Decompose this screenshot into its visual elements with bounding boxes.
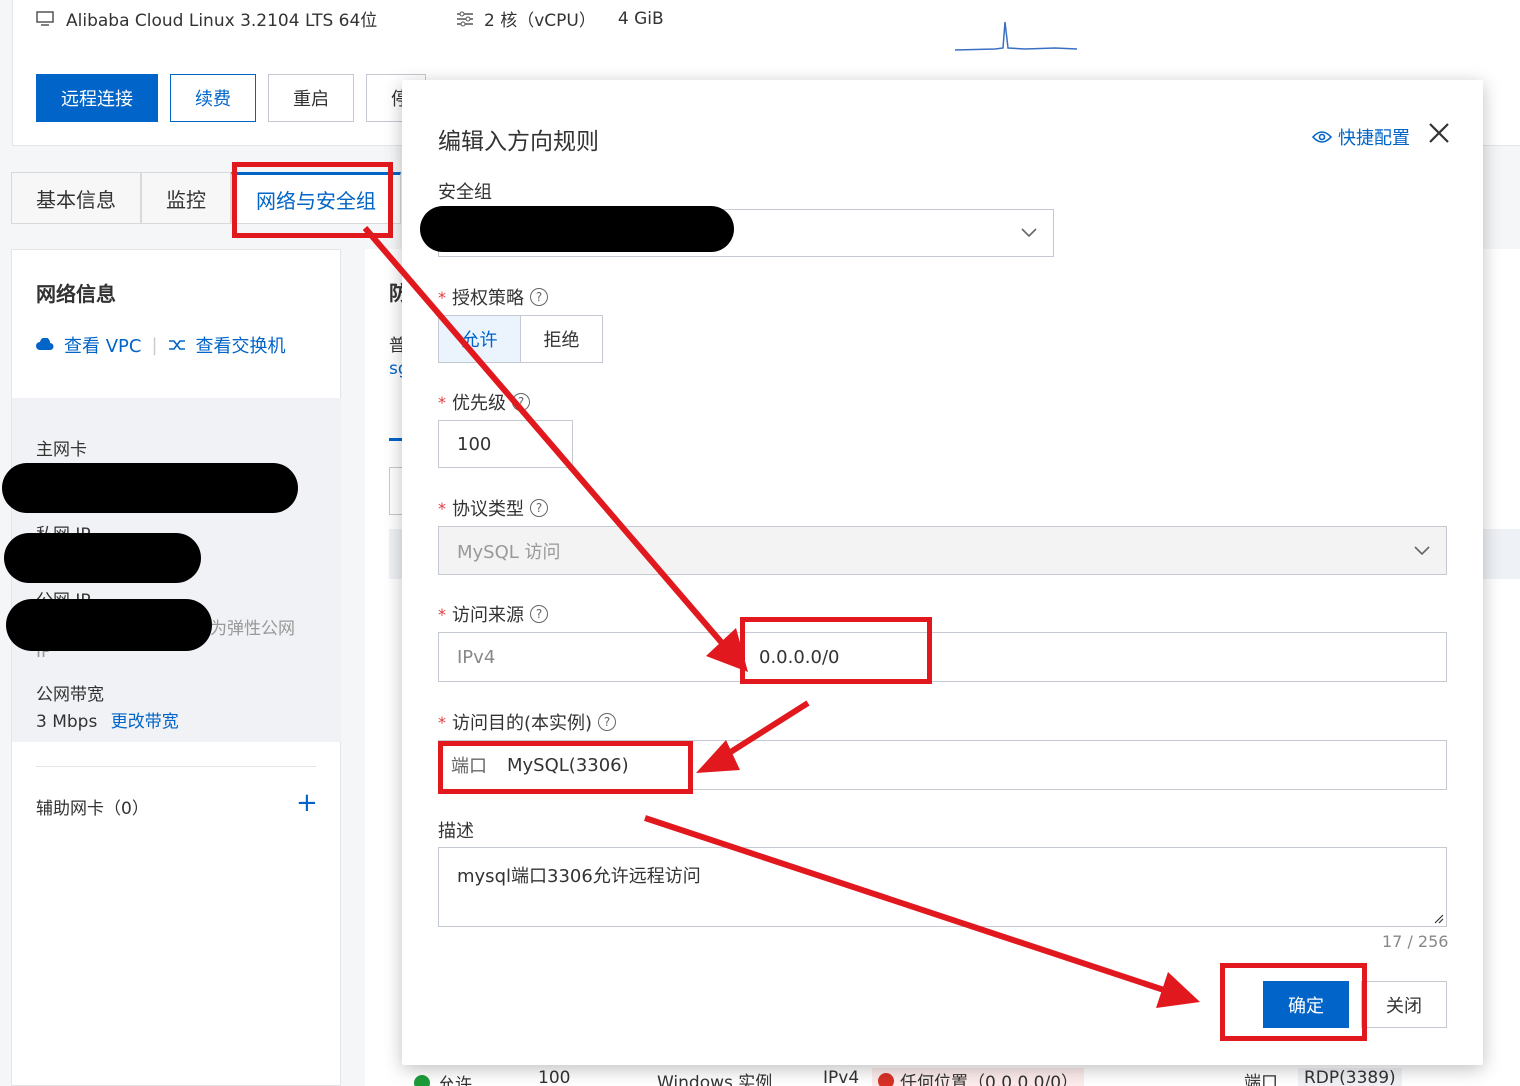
link-divider: | [151,334,158,356]
network-info-panel: 网络信息 查看 VPC | 查看交换机 主网卡 私网 IP 公网 IP 为弹性公… [11,249,341,1086]
tab-monitor[interactable]: 监控 [141,172,231,224]
protocol-select[interactable]: MySQL 访问 [438,526,1447,575]
annotation-box-dest [438,741,693,794]
help-icon[interactable]: ? [530,499,548,517]
public-ip-hint: 为弹性公网 [210,619,295,639]
row-port-label: 端口 [1244,1073,1278,1086]
row-source: 任何位置（0.0.0.0/0） [872,1068,1085,1086]
table-row: 允许 [414,1070,472,1086]
annotation-box-source [740,617,932,684]
chevron-down-icon [1021,228,1037,238]
desc-label: 描述 [438,817,474,843]
protocol-label-text: 协议类型 [452,499,524,520]
bandwidth-value: 3 Mbps [36,712,98,732]
dest-label: * 访问目的(本实例) ? [438,709,617,735]
close-button[interactable]: 关闭 [1361,981,1447,1028]
memory-text: 4 GiB [617,8,664,29]
chevron-down-icon [1414,545,1430,555]
bandwidth-label: 公网带宽 [36,685,104,705]
required-mark: * [438,287,446,307]
warning-icon [878,1072,894,1086]
source-label-text: 访问来源 [452,605,524,626]
security-group-label-text: 安全组 [438,182,492,203]
network-info-title: 网络信息 [36,282,116,306]
row-priority: 100 [538,1068,571,1086]
required-mark: * [438,392,446,412]
sliders-icon [457,11,473,26]
eye-icon [1312,131,1332,143]
add-nic-icon[interactable]: + [296,788,318,818]
source-input-group: IPv4 0.0.0.0/0 [438,632,1447,682]
policy-label-text: 授权策略 [452,288,524,309]
dest-label-text: 访问目的(本实例) [452,713,593,734]
remote-connect-button[interactable]: 远程连接 [36,74,158,122]
policy-toggle: 允许 拒绝 [438,315,603,363]
protocol-value: MySQL 访问 [457,541,561,563]
help-icon[interactable]: ? [598,713,617,731]
close-icon[interactable] [1426,120,1452,146]
description-value: mysql端口3306允许远程访问 [457,866,701,887]
desc-label-text: 描述 [438,821,474,842]
row-target: Windows 实例 [657,1073,773,1086]
policy-label: * 授权策略 ? [438,284,548,310]
source-label: * 访问来源 ? [438,601,548,627]
priority-label: * 优先级 ? [438,389,530,415]
source-type-select[interactable]: IPv4 [457,647,495,668]
view-vpc-link[interactable]: 查看 VPC [64,332,141,358]
security-group-label: 安全组 [438,178,492,204]
help-icon[interactable]: ? [512,393,530,411]
cpu-text: 2 核（vCPU） [484,11,596,31]
view-switch-link[interactable]: 查看交换机 [196,332,286,358]
renew-button[interactable]: 续费 [170,74,256,122]
bandwidth-row: 3 Mbps 更改带宽 [36,707,179,732]
help-icon[interactable]: ? [530,605,548,623]
cloud-icon [36,338,54,350]
dialog-title: 编辑入方向规则 [438,129,599,155]
row-source-text: 任何位置（0.0.0.0/0） [900,1073,1079,1086]
required-mark: * [438,712,446,732]
quick-config-label: 快捷配置 [1338,128,1410,149]
switch-icon [168,340,185,350]
row-ipver: IPv4 [823,1068,860,1086]
network-links: 查看 VPC | 查看交换机 [36,332,286,358]
resize-handle-icon[interactable] [1432,912,1444,924]
cpu-sparkline [955,21,1077,51]
redacted-block [2,463,298,513]
redacted-block [4,533,201,583]
policy-allow-option[interactable]: 允许 [438,315,521,363]
help-icon[interactable]: ? [530,288,548,306]
priority-label-text: 优先级 [452,393,506,414]
change-bandwidth-link[interactable]: 更改带宽 [111,712,179,732]
primary-nic-label: 主网卡 [36,440,87,460]
description-textarea[interactable]: mysql端口3306允许远程访问 [438,847,1447,927]
char-count: 17 / 256 [1382,932,1449,951]
os-text: Alibaba Cloud Linux 3.2104 LTS 64位 [66,11,378,31]
tab-basic-info[interactable]: 基本信息 [11,172,141,224]
os-info: Alibaba Cloud Linux 3.2104 LTS 64位 [36,6,377,31]
priority-input[interactable]: 100 [438,420,573,468]
row-port-value: RDP(3389) [1298,1068,1402,1086]
check-icon [414,1074,430,1086]
required-mark: * [438,604,446,624]
redacted-block [6,599,212,651]
spec-info: 2 核（vCPU） 4 GiB [456,6,664,31]
required-mark: * [438,498,446,518]
restart-button[interactable]: 重启 [268,74,354,122]
monitor-icon [36,10,54,26]
quick-config-link[interactable]: 快捷配置 [1312,124,1410,150]
redacted-block [420,206,734,252]
divider [36,766,316,767]
protocol-label: * 协议类型 ? [438,495,548,521]
secondary-nic-label: 辅助网卡（0） [36,799,149,819]
annotation-box-tab [232,162,393,238]
edit-inbound-rule-dialog: 编辑入方向规则 快捷配置 安全组 * 授权策略 ? 允许 拒绝 * 优先级 ? … [402,80,1483,1065]
policy-deny-option[interactable]: 拒绝 [521,315,603,363]
row-allow: 允许 [438,1075,472,1086]
annotation-box-confirm [1220,963,1367,1041]
